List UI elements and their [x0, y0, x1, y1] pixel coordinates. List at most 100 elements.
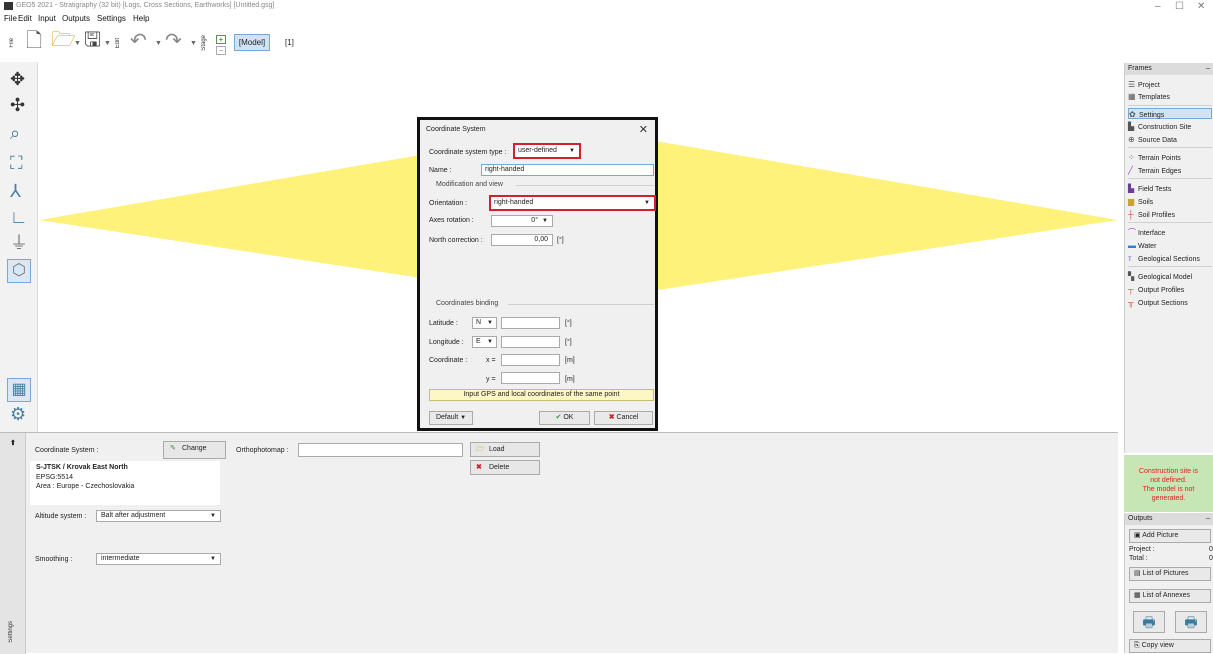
- name-input[interactable]: right-handed: [481, 164, 654, 176]
- frame-water[interactable]: ▬ Water: [1128, 240, 1212, 251]
- open-folder-icon[interactable]: 🗁: [51, 30, 76, 50]
- menu-file[interactable]: File: [4, 14, 17, 23]
- undo-icon[interactable]: ↶: [130, 31, 147, 51]
- geological-model-icon: ▚: [1128, 272, 1135, 281]
- total-count-label: Total :: [1129, 555, 1148, 562]
- table-view-icon[interactable]: ▦: [7, 378, 31, 402]
- menu-settings[interactable]: Settings: [97, 14, 126, 23]
- menu-outputs[interactable]: Outputs: [62, 14, 90, 23]
- project-count: 0: [1209, 546, 1213, 553]
- menu-help[interactable]: Help: [133, 14, 149, 23]
- collapse-icon[interactable]: –: [1206, 63, 1210, 75]
- frame-output-profiles[interactable]: ┬ Output Profiles: [1128, 284, 1212, 295]
- change-button[interactable]: ✎ Change: [163, 441, 226, 459]
- orientation-select[interactable]: right-handed ▼: [489, 195, 656, 211]
- remove-stage-icon[interactable]: −: [216, 46, 226, 55]
- latitude-dir-select[interactable]: N ▼: [472, 317, 497, 329]
- frame-settings[interactable]: ✿ Settings: [1128, 108, 1212, 119]
- frame-terrain-points[interactable]: ⁘ Terrain Points: [1128, 152, 1212, 163]
- pin-icon[interactable]: ⬆: [10, 439, 16, 447]
- new-file-icon[interactable]: 🗋: [26, 31, 42, 51]
- total-count: 0: [1209, 555, 1213, 562]
- minimize-button[interactable]: –: [1155, 1, 1161, 12]
- pencil-icon: ✎: [170, 445, 176, 452]
- zoom-icon[interactable]: ⌕: [10, 124, 20, 142]
- print-preview-icon[interactable]: 🖶: [1175, 611, 1207, 633]
- 3d-view-icon[interactable]: ⬡: [7, 259, 31, 283]
- fit-view-icon[interactable]: ⛶: [10, 154, 23, 172]
- crs-area: Area : Europe - Czechoslovakia: [36, 483, 135, 490]
- save-icon[interactable]: 🖫: [84, 30, 101, 50]
- redo-dropdown-icon[interactable]: ▼: [190, 40, 197, 47]
- coordinate-label: Coordinate :: [429, 357, 468, 364]
- save-dropdown-icon[interactable]: ▼: [104, 40, 111, 47]
- settings-icon: ✿: [1129, 110, 1136, 119]
- open-dropdown-icon[interactable]: ▼: [74, 40, 81, 47]
- default-button[interactable]: Default ▼: [429, 411, 473, 425]
- coord-type-label: Coordinate system type :: [429, 149, 507, 156]
- orthophotomap-input[interactable]: [298, 443, 463, 457]
- y-input[interactable]: [501, 372, 560, 384]
- pan-icon[interactable]: ✥: [10, 70, 25, 88]
- frame-output-sections[interactable]: ╥ Output Sections: [1128, 297, 1212, 308]
- dialog-title: Coordinate System: [426, 126, 486, 133]
- collapse-icon[interactable]: –: [1206, 513, 1210, 525]
- frame-interface[interactable]: ⌒ Interface: [1128, 227, 1212, 238]
- settings-tab-label[interactable]: Settings: [8, 621, 14, 643]
- dialog-close-icon[interactable]: ✕: [639, 123, 648, 136]
- frames-header: Frames –: [1125, 63, 1213, 75]
- stage-1-button[interactable]: [1]: [285, 38, 294, 47]
- list-of-pictures-button[interactable]: ▤ List of Pictures: [1129, 567, 1211, 581]
- axis-view-xy-icon[interactable]: ∟: [10, 208, 28, 226]
- crs-info-box: S-JTSK / Krovak East North EPSG:5514 Are…: [30, 461, 220, 505]
- frame-geological-model[interactable]: ▚ Geological Model: [1128, 271, 1212, 282]
- axis-view-xz-icon[interactable]: ⅄: [10, 182, 21, 200]
- longitude-dir-select[interactable]: E ▼: [472, 336, 497, 348]
- latitude-input[interactable]: [501, 317, 560, 329]
- frame-terrain-edges[interactable]: ╱ Terrain Edges: [1128, 165, 1212, 176]
- orthophotomap-label: Orthophotomap :: [236, 447, 289, 454]
- project-icon: ☰: [1128, 80, 1136, 89]
- altitude-select[interactable]: Balt after adjustment ▼: [96, 510, 221, 522]
- top-view-icon[interactable]: ⏚: [10, 234, 28, 252]
- list-of-annexes-button[interactable]: ▦ List of Annexes: [1129, 589, 1211, 603]
- menu-edit[interactable]: Edit: [18, 14, 32, 23]
- frame-project[interactable]: ☰ Project: [1128, 79, 1212, 90]
- model-stage-button[interactable]: [Model]: [234, 34, 270, 51]
- undo-dropdown-icon[interactable]: ▼: [155, 40, 162, 47]
- frame-field-tests[interactable]: ▙ Field Tests: [1128, 183, 1212, 194]
- add-stage-icon[interactable]: +: [216, 35, 226, 44]
- warning-line: not defined.: [1150, 477, 1187, 484]
- frame-source-data[interactable]: ⊕ Source Data: [1128, 134, 1212, 145]
- frame-geological-sections[interactable]: ᴛ Geological Sections: [1128, 253, 1212, 264]
- print-icon[interactable]: 🖶: [1133, 611, 1165, 633]
- load-button[interactable]: 🗁 Load: [470, 442, 540, 457]
- menu-input[interactable]: Input: [38, 14, 56, 23]
- redo-icon[interactable]: ↷: [165, 31, 182, 51]
- smoothing-select[interactable]: intermediate ▼: [96, 553, 221, 565]
- window-title: GEO5 2021 - Stratigraphy (32 bit) [Logs,…: [16, 2, 275, 9]
- add-picture-button[interactable]: ▣ Add Picture: [1129, 529, 1211, 543]
- templates-icon: ▦: [1128, 92, 1136, 101]
- cancel-button[interactable]: ✖ Cancel: [594, 411, 653, 425]
- coord-type-select[interactable]: user-defined ▼: [513, 143, 581, 159]
- longitude-input[interactable]: [501, 336, 560, 348]
- frame-soil-profiles[interactable]: ┼ Soil Profiles: [1128, 209, 1212, 220]
- close-button[interactable]: ✕: [1197, 1, 1205, 12]
- settings-gear-icon[interactable]: ⚙: [10, 405, 26, 423]
- ok-button[interactable]: ✔ OK: [539, 411, 590, 425]
- side-tab: Settings ⬆: [0, 433, 26, 654]
- north-correction-input[interactable]: 0,00: [491, 234, 553, 246]
- axes-rotation-select[interactable]: 0° ▼: [491, 215, 553, 227]
- delete-button[interactable]: ✖ Delete: [470, 460, 540, 475]
- y-unit: [m]: [565, 376, 575, 383]
- frame-construction-site[interactable]: ▙ Construction Site: [1128, 121, 1212, 132]
- copy-view-button[interactable]: ⎘ Copy view: [1129, 639, 1211, 653]
- rotate-view-icon[interactable]: ✣: [10, 96, 25, 114]
- frame-templates[interactable]: ▦ Templates: [1128, 91, 1212, 102]
- frame-soils[interactable]: ▆ Soils: [1128, 196, 1212, 207]
- north-correction-unit: [°]: [557, 237, 564, 244]
- x-input[interactable]: [501, 354, 560, 366]
- section-binding: Coordinates binding: [436, 300, 499, 307]
- maximize-button[interactable]: ☐: [1175, 1, 1184, 12]
